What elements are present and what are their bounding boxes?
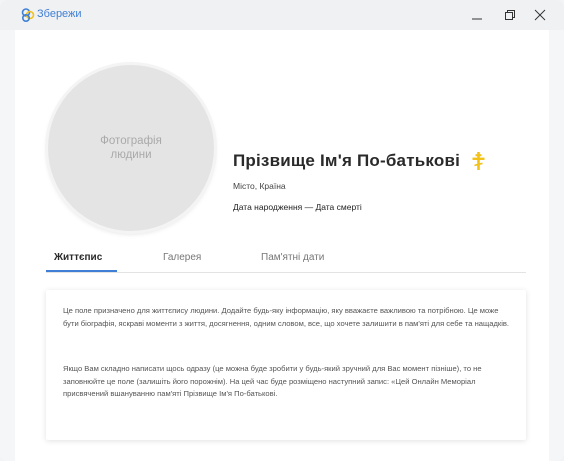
biography-paragraph: Якщо Вам складно написати щось одразу (ц… — [63, 364, 482, 398]
restore-button[interactable] — [500, 5, 520, 25]
app-window: Збережи Фотографія людини Прізвище Ім'я … — [0, 0, 564, 461]
profile-photo-placeholder[interactable]: Фотографія людини — [48, 65, 214, 231]
memorial-page: Фотографія людини Прізвище Ім'я По-батьк… — [15, 30, 549, 461]
title-bar[interactable]: Збережи — [0, 0, 564, 30]
close-icon — [534, 9, 546, 21]
photo-placeholder-text: Фотографія людини — [100, 135, 162, 161]
close-button[interactable] — [530, 5, 550, 25]
person-name: Прізвище Ім'я По-батькові — [233, 151, 461, 170]
tab-memorial-dates[interactable]: Пам'ятні дати — [261, 252, 324, 263]
minimize-button[interactable] — [467, 5, 487, 25]
life-dates: Дата народження — Дата смерті — [233, 202, 362, 212]
tab-bar: Життєпис Галерея Пам'ятні дати — [46, 248, 526, 273]
app-logo-icon — [21, 8, 35, 23]
biography-paragraph: Це поле призначено для життєпису людини.… — [63, 306, 510, 328]
app-title: Збережи — [37, 8, 82, 20]
tab-biography[interactable]: Життєпис — [54, 252, 102, 263]
biography-card[interactable]: Це поле призначено для життєпису людини.… — [46, 290, 526, 440]
tab-gallery[interactable]: Галерея — [163, 252, 201, 263]
birth-place: Місто, Країна — [233, 181, 286, 191]
minimize-icon — [472, 18, 482, 20]
restore-icon — [505, 10, 515, 20]
active-tab-indicator — [46, 270, 117, 272]
orthodox-cross-icon — [472, 152, 485, 170]
